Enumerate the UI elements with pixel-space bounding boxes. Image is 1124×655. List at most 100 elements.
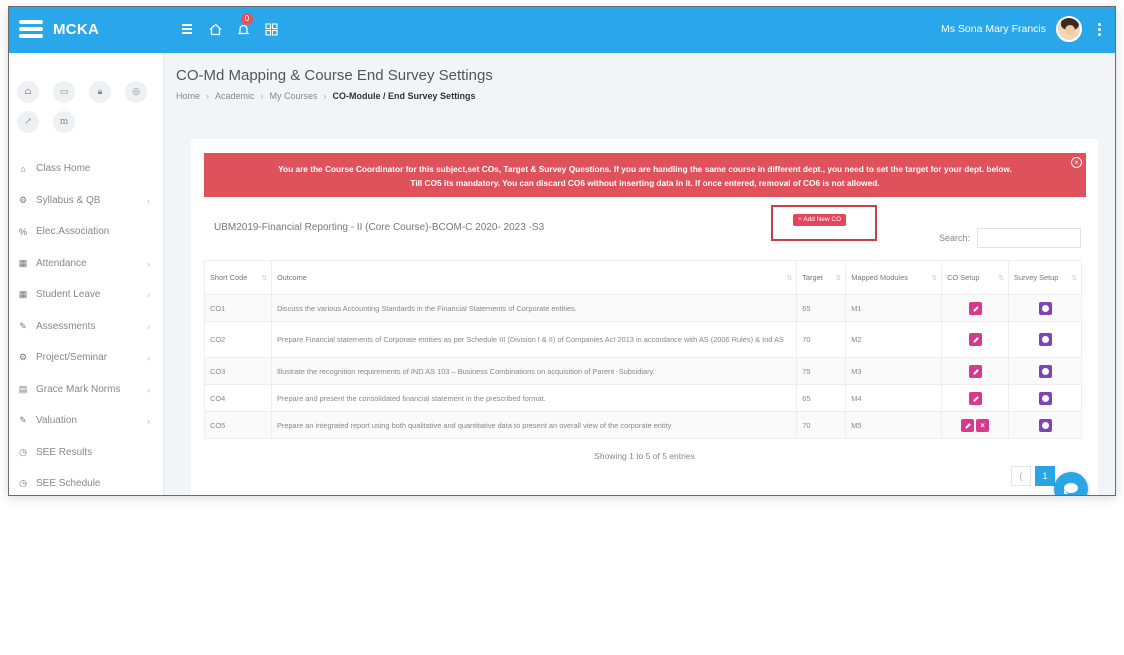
sidebar-item-see-schedule[interactable]: ◷ SEE Schedule	[9, 468, 164, 495]
app-window: MCKA 0 Ms Sona Mary Francis ⌂ ▭ 🔒︎ ◎ ↗ m…	[8, 6, 1116, 496]
column-header-mapped-modules[interactable]: Mapped Modules ⇅	[845, 260, 943, 295]
course-title: UBM2019-Financial Reporting - II (Core C…	[214, 222, 545, 233]
breadcrumb-home[interactable]: Home	[176, 91, 200, 101]
home-icon[interactable]: ⌂	[17, 81, 39, 103]
avatar[interactable]	[1056, 16, 1082, 42]
notification-badge: 0	[241, 13, 253, 25]
sidebar-item-project-seminar[interactable]: ⚙ Project/Seminar ›	[9, 342, 164, 374]
short-code-cell: CO1	[204, 294, 272, 322]
app-name: MCKA	[53, 20, 100, 38]
short-code-cell: CO5	[204, 411, 272, 439]
target-cell: 65	[796, 384, 847, 412]
edit-co-button[interactable]	[968, 333, 982, 346]
survey-setup-button[interactable]	[1038, 333, 1052, 346]
gears-icon: ⚙	[18, 194, 28, 205]
outcome-cell: Prepare Financial statements of Corporat…	[270, 321, 798, 358]
sidebar-item-elec-association[interactable]: % Elec.Association	[9, 216, 164, 248]
survey-setup-cell	[1008, 321, 1082, 358]
page-title: CO-Md Mapping & Course End Survey Settin…	[176, 67, 493, 84]
eye-icon[interactable]: ◎	[125, 81, 147, 103]
survey-setup-button[interactable]	[1038, 418, 1052, 432]
short-code-cell: CO3	[204, 357, 272, 385]
target-cell: 75	[796, 357, 847, 385]
sidebar-item-label: Assessments	[36, 320, 96, 332]
more-menu-icon[interactable]	[1098, 22, 1101, 36]
column-header-outcome[interactable]: Outcome ⇅	[270, 260, 798, 295]
outcome-cell: Prepare and present the consolidated fin…	[270, 384, 798, 412]
outcome-cell: Illustrate the recognition requirements …	[270, 357, 798, 385]
table-row: CO3 Illustrate the recognition requiremen…	[204, 357, 1082, 385]
list-icon[interactable]	[179, 21, 195, 37]
column-header-co-setup[interactable]: CO Setup ⇅	[941, 260, 1010, 295]
mapped-module-cell: M1	[845, 294, 943, 322]
sidebar-item-assessments[interactable]: ✎ Assessments ›	[9, 311, 164, 343]
column-header-survey-setup[interactable]: Survey Setup ⇅	[1008, 260, 1082, 295]
sidebar-item-class-home[interactable]: ⌂ Class Home	[9, 153, 164, 185]
clock-icon: ◷	[19, 446, 27, 457]
delete-co-button[interactable]: ×	[976, 418, 990, 432]
previous-page-button[interactable]: (	[1011, 466, 1031, 486]
id-card-icon[interactable]: ▭	[53, 81, 75, 103]
sidebar-item-attendance[interactable]: ▦ Attendance ›	[9, 248, 164, 280]
breadcrumb-separator: ›	[206, 91, 210, 101]
breadcrumb-current: CO-Module / End Survey Settings	[332, 91, 476, 101]
survey-setup-cell	[1008, 294, 1082, 322]
sidebar-item-label: Syllabus & QB	[36, 194, 101, 206]
column-header-target[interactable]: Target ⇅	[796, 260, 847, 295]
edit-co-button[interactable]	[968, 301, 982, 315]
edit-co-button[interactable]	[968, 364, 982, 378]
page-1-button[interactable]: 1	[1035, 466, 1055, 486]
short-code-cell: CO2	[204, 321, 272, 358]
breadcrumb-academic[interactable]: Academic	[215, 91, 255, 101]
add-new-co-button[interactable]: + Add New CO	[793, 214, 847, 226]
co-setup-cell: ×	[941, 411, 1010, 439]
table-icon: ▤	[18, 383, 28, 394]
breadcrumb-my-courses[interactable]: My Courses	[270, 91, 318, 101]
chevron-right-icon: ›	[147, 290, 150, 300]
chevron-right-icon: ›	[147, 258, 150, 269]
brand[interactable]: MCKA	[19, 17, 99, 41]
grid-icon[interactable]	[263, 21, 279, 37]
sidebar-item-student-leave[interactable]: ▦ Student Leave ›	[9, 279, 164, 311]
pencil-icon: ✎	[19, 415, 27, 426]
sidebar-item-label: Elec.Association	[36, 226, 110, 238]
chevron-right-icon: ›	[147, 353, 150, 363]
table-row: CO5 Prepare an integrated report using bo…	[204, 411, 1082, 439]
sidebar-item-label: Attendance	[36, 257, 87, 269]
co-setup-cell	[941, 357, 1010, 385]
chevron-right-icon: ›	[147, 384, 150, 395]
mapped-module-cell: M2	[845, 321, 943, 358]
close-icon[interactable]: ×	[1071, 157, 1082, 168]
sidebar-menu: ⌂ Class Home ⚙ Syllabus & QB › % Elec.Associat…	[9, 153, 164, 495]
sidebar-item-grace-mark-norms[interactable]: ▤ Grace Mark Norms ›	[9, 374, 164, 406]
survey-setup-button[interactable]	[1038, 364, 1052, 378]
breadcrumb-separator: ›	[323, 91, 327, 101]
sidebar-item-syllabus-qb[interactable]: ⚙ Syllabus & QB ›	[9, 185, 164, 217]
pagination: ( 1	[1011, 466, 1055, 486]
chevron-right-icon: ›	[147, 195, 150, 206]
sidebar-item-label: Project/Seminar	[36, 352, 108, 364]
sidebar-item-valuation[interactable]: ✎ Valuation ›	[9, 405, 164, 437]
lock-icon[interactable]: 🔒︎	[89, 81, 111, 103]
search-input[interactable]	[977, 228, 1081, 248]
co-setup-cell	[941, 321, 1010, 358]
home-icon[interactable]	[207, 21, 223, 37]
table-row: CO1 Discuss the various Accounting Standa…	[204, 294, 1082, 322]
calendar-icon: ▦	[18, 289, 28, 300]
co-setup-cell	[941, 294, 1010, 322]
survey-setup-button[interactable]	[1038, 391, 1052, 405]
sidebar-item-see-results[interactable]: ◷ SEE Results	[9, 437, 164, 469]
breadcrumb-separator: ›	[260, 91, 264, 101]
m-icon[interactable]: m	[53, 111, 75, 133]
external-link-icon[interactable]: ↗	[17, 111, 39, 133]
outcome-cell: Discuss the various Accounting Standards…	[270, 294, 798, 322]
survey-setup-cell	[1008, 411, 1082, 439]
edit-co-button[interactable]	[961, 418, 975, 432]
user-menu[interactable]: Ms Sona Mary Francis	[941, 16, 1101, 42]
bell-icon[interactable]: 0	[235, 13, 253, 37]
column-header-short-code[interactable]: Short Code ⇅	[204, 260, 272, 295]
edit-co-button[interactable]	[968, 391, 982, 405]
survey-setup-button[interactable]	[1038, 301, 1052, 315]
alert-line-2: Till CO5 its mandatory. You can discard …	[410, 178, 880, 188]
mapped-module-cell: M4	[845, 384, 943, 412]
